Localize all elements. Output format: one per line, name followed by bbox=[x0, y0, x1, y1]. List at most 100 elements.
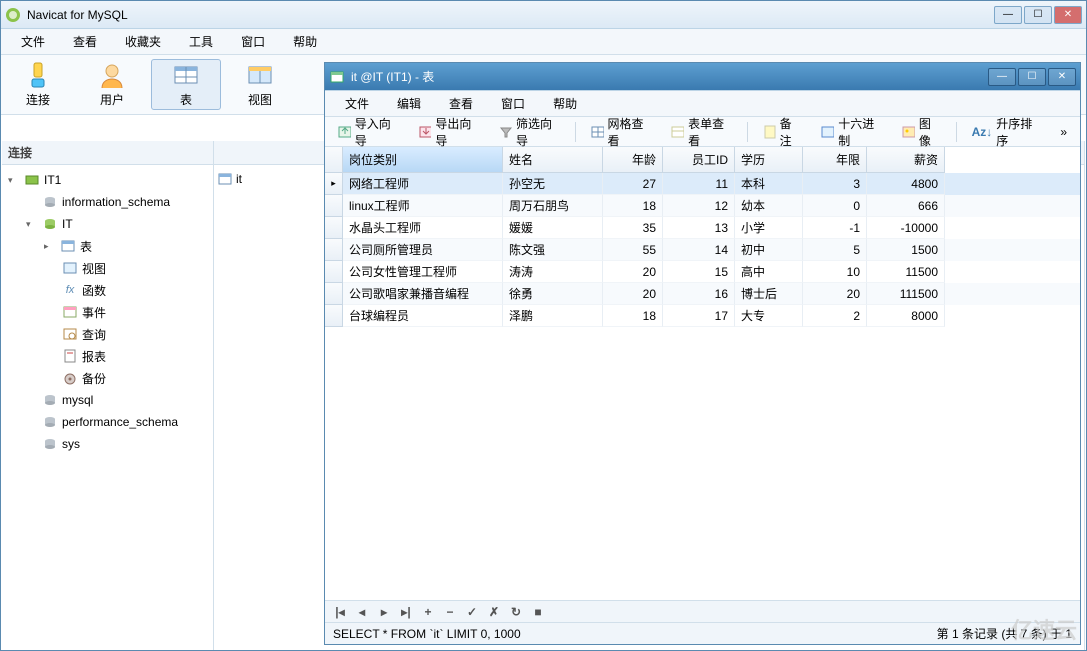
cell-position[interactable]: 水晶头工程师 bbox=[343, 217, 503, 239]
cell-name[interactable]: 涛涛 bbox=[503, 261, 603, 283]
menu-favorites[interactable]: 收藏夹 bbox=[111, 29, 175, 54]
table-row[interactable]: 公司厕所管理员陈文强5514初中51500 bbox=[325, 239, 1080, 261]
cell-name[interactable]: 孙空无 bbox=[503, 173, 603, 195]
column-education[interactable]: 学历 bbox=[735, 147, 803, 173]
cell-age[interactable]: 55 bbox=[603, 239, 663, 261]
close-button[interactable]: ✕ bbox=[1054, 6, 1082, 24]
cell-years[interactable]: 0 bbox=[803, 195, 867, 217]
cell-years[interactable]: 10 bbox=[803, 261, 867, 283]
menu-tools[interactable]: 工具 bbox=[175, 29, 227, 54]
cell-empid[interactable]: 12 bbox=[663, 195, 735, 217]
nav-stop[interactable]: ■ bbox=[529, 605, 547, 619]
menu-window[interactable]: 窗口 bbox=[227, 29, 279, 54]
toolbar-view[interactable]: 视图 bbox=[225, 59, 295, 110]
tree-backups[interactable]: 备份 bbox=[2, 367, 213, 389]
tree-reports[interactable]: 报表 bbox=[2, 345, 213, 367]
column-empid[interactable]: 员工ID bbox=[663, 147, 735, 173]
cell-age[interactable]: 27 bbox=[603, 173, 663, 195]
cell-name[interactable]: 周万石朋鸟 bbox=[503, 195, 603, 217]
expand-icon[interactable]: ▾ bbox=[26, 219, 38, 230]
tw-close-button[interactable]: ✕ bbox=[1048, 68, 1076, 86]
menu-help[interactable]: 帮助 bbox=[279, 29, 331, 54]
nav-next[interactable]: ▸ bbox=[375, 605, 393, 619]
table-row[interactable]: 台球编程员泽鹏1817大专28000 bbox=[325, 305, 1080, 327]
cell-empid[interactable]: 16 bbox=[663, 283, 735, 305]
expand-icon[interactable]: ▸ bbox=[44, 241, 56, 252]
nav-refresh[interactable]: ↻ bbox=[507, 605, 525, 619]
cell-years[interactable]: 5 bbox=[803, 239, 867, 261]
tree-root-connection[interactable]: ▾ IT1 bbox=[2, 169, 213, 191]
cell-position[interactable]: 公司女性管理工程师 bbox=[343, 261, 503, 283]
cell-salary[interactable]: 8000 bbox=[867, 305, 945, 327]
cell-education[interactable]: 大专 bbox=[735, 305, 803, 327]
table-row[interactable]: linux工程师周万石朋鸟1812幼本0666 bbox=[325, 195, 1080, 217]
tree-views[interactable]: 视图 bbox=[2, 257, 213, 279]
cell-empid[interactable]: 11 bbox=[663, 173, 735, 195]
toolbar-user[interactable]: 用户 bbox=[77, 59, 147, 110]
tree-functions[interactable]: fx 函数 bbox=[2, 279, 213, 301]
cell-empid[interactable]: 14 bbox=[663, 239, 735, 261]
cell-education[interactable]: 本科 bbox=[735, 173, 803, 195]
cell-name[interactable]: 泽鹏 bbox=[503, 305, 603, 327]
tw-maximize-button[interactable]: ☐ bbox=[1018, 68, 1046, 86]
cell-salary[interactable]: 111500 bbox=[867, 283, 945, 305]
cell-position[interactable]: linux工程师 bbox=[343, 195, 503, 217]
expand-icon[interactable]: ▾ bbox=[8, 175, 20, 186]
nav-first[interactable]: |◂ bbox=[331, 605, 349, 619]
cell-years[interactable]: -1 bbox=[803, 217, 867, 239]
data-grid[interactable]: 岗位类别 姓名 年龄 员工ID 学历 年限 薪资 ▸网络工程师孙空无2711本科… bbox=[325, 147, 1080, 600]
cell-salary[interactable]: -10000 bbox=[867, 217, 945, 239]
nav-commit[interactable]: ✓ bbox=[463, 605, 481, 619]
tree-db-sys[interactable]: sys bbox=[2, 433, 213, 455]
minimize-button[interactable]: — bbox=[994, 6, 1022, 24]
cell-empid[interactable]: 17 bbox=[663, 305, 735, 327]
cell-age[interactable]: 20 bbox=[603, 283, 663, 305]
cell-position[interactable]: 网络工程师 bbox=[343, 173, 503, 195]
cell-salary[interactable]: 1500 bbox=[867, 239, 945, 261]
toolbar-connection[interactable]: 连接 bbox=[3, 59, 73, 110]
tree-events[interactable]: 事件 bbox=[2, 301, 213, 323]
nav-cancel[interactable]: ✗ bbox=[485, 605, 503, 619]
tree-tables[interactable]: ▸ 表 bbox=[2, 235, 213, 257]
tree-db-performance-schema[interactable]: performance_schema bbox=[2, 411, 213, 433]
tree-db-mysql[interactable]: mysql bbox=[2, 389, 213, 411]
cell-age[interactable]: 18 bbox=[603, 305, 663, 327]
cell-education[interactable]: 幼本 bbox=[735, 195, 803, 217]
cell-education[interactable]: 初中 bbox=[735, 239, 803, 261]
menu-file[interactable]: 文件 bbox=[7, 29, 59, 54]
cell-name[interactable]: 陈文强 bbox=[503, 239, 603, 261]
cell-years[interactable]: 2 bbox=[803, 305, 867, 327]
tree-db-information-schema[interactable]: information_schema bbox=[2, 191, 213, 213]
column-position[interactable]: 岗位类别 bbox=[343, 147, 503, 173]
table-row[interactable]: 公司歌唱家兼播音编程徐勇2016博士后20111500 bbox=[325, 283, 1080, 305]
nav-delete[interactable]: − bbox=[441, 605, 459, 619]
tree-db-it[interactable]: ▾ IT bbox=[2, 213, 213, 235]
cell-name[interactable]: 徐勇 bbox=[503, 283, 603, 305]
menu-view[interactable]: 查看 bbox=[59, 29, 111, 54]
nav-add[interactable]: + bbox=[419, 605, 437, 619]
nav-prev[interactable]: ◂ bbox=[353, 605, 371, 619]
toolbar-table[interactable]: 表 bbox=[151, 59, 221, 110]
column-age[interactable]: 年龄 bbox=[603, 147, 663, 173]
table-row[interactable]: 公司女性管理工程师涛涛2015高中1011500 bbox=[325, 261, 1080, 283]
cell-empid[interactable]: 15 bbox=[663, 261, 735, 283]
maximize-button[interactable]: ☐ bbox=[1024, 6, 1052, 24]
column-salary[interactable]: 薪资 bbox=[867, 147, 945, 173]
column-years[interactable]: 年限 bbox=[803, 147, 867, 173]
cell-education[interactable]: 博士后 bbox=[735, 283, 803, 305]
cell-age[interactable]: 20 bbox=[603, 261, 663, 283]
cell-position[interactable]: 公司歌唱家兼播音编程 bbox=[343, 283, 503, 305]
tw-minimize-button[interactable]: — bbox=[988, 68, 1016, 86]
table-row[interactable]: ▸网络工程师孙空无2711本科34800 bbox=[325, 173, 1080, 195]
cell-position[interactable]: 台球编程员 bbox=[343, 305, 503, 327]
column-name[interactable]: 姓名 bbox=[503, 147, 603, 173]
tree-queries[interactable]: 查询 bbox=[2, 323, 213, 345]
cell-years[interactable]: 3 bbox=[803, 173, 867, 195]
cell-name[interactable]: 媛媛 bbox=[503, 217, 603, 239]
cell-empid[interactable]: 13 bbox=[663, 217, 735, 239]
cell-salary[interactable]: 4800 bbox=[867, 173, 945, 195]
cell-position[interactable]: 公司厕所管理员 bbox=[343, 239, 503, 261]
toolbar-more-button[interactable]: » bbox=[1051, 121, 1076, 143]
cell-education[interactable]: 小学 bbox=[735, 217, 803, 239]
cell-age[interactable]: 35 bbox=[603, 217, 663, 239]
